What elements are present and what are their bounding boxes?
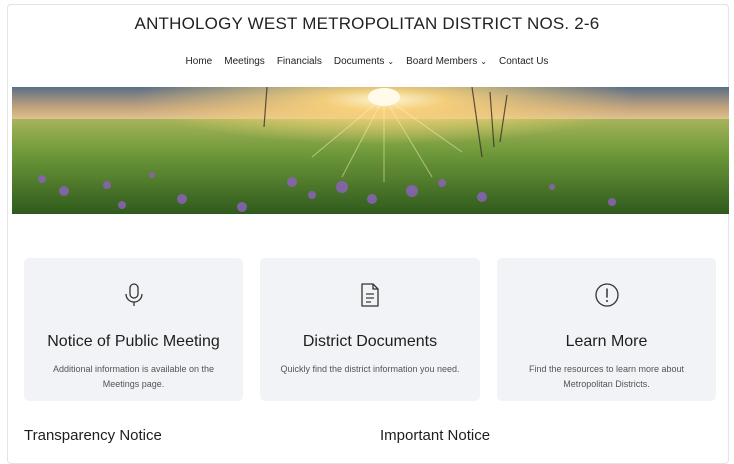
- main-nav: Home Meetings Financials Documents ⌄ Boar…: [0, 56, 734, 67]
- prairie-sunset-image: [12, 87, 729, 214]
- document-icon: [361, 283, 379, 307]
- nav-label: Financials: [276, 56, 322, 67]
- microphone-icon: [124, 283, 143, 306]
- card-district-documents[interactable]: District Documents Quickly find the dist…: [260, 258, 480, 401]
- card-title: Learn More: [565, 333, 648, 350]
- nav-label: Documents: [333, 56, 385, 67]
- nav-label: Home: [185, 56, 213, 67]
- nav-item-board-members[interactable]: Board Members ⌄: [406, 56, 487, 67]
- chevron-down-icon: ⌄: [387, 57, 395, 66]
- card-description: Find the resources to learn more about M…: [528, 364, 685, 389]
- transparency-notice-heading: Transparency Notice: [24, 427, 162, 444]
- important-notice-heading: Important Notice: [380, 427, 491, 444]
- nav-label: Contact Us: [498, 56, 549, 67]
- site-title[interactable]: ANTHOLOGY WEST METROPOLITAN DISTRICT NOS…: [0, 14, 734, 34]
- nav-item-meetings[interactable]: Meetings: [224, 56, 265, 67]
- card-learn-more[interactable]: Learn More Find the resources to learn m…: [497, 258, 716, 401]
- chevron-down-icon: ⌄: [480, 57, 487, 66]
- card-title: District Documents: [302, 333, 438, 350]
- card-description: Quickly find the district information yo…: [280, 364, 460, 374]
- nav-label: Meetings: [224, 56, 265, 67]
- nav-item-documents[interactable]: Documents ⌄: [334, 56, 394, 67]
- card-title: Notice of Public Meeting: [47, 333, 220, 350]
- nav-item-home[interactable]: Home: [186, 56, 213, 67]
- nav-item-financials[interactable]: Financials: [277, 56, 322, 67]
- card-public-meeting[interactable]: Notice of Public Meeting Additional info…: [24, 258, 243, 401]
- hero-banner: [12, 87, 729, 214]
- nav-label: Board Members: [406, 56, 478, 67]
- card-description: Additional information is available on t…: [52, 364, 215, 389]
- info-circle-icon: [594, 283, 619, 307]
- nav-item-contact-us[interactable]: Contact Us: [499, 56, 548, 67]
